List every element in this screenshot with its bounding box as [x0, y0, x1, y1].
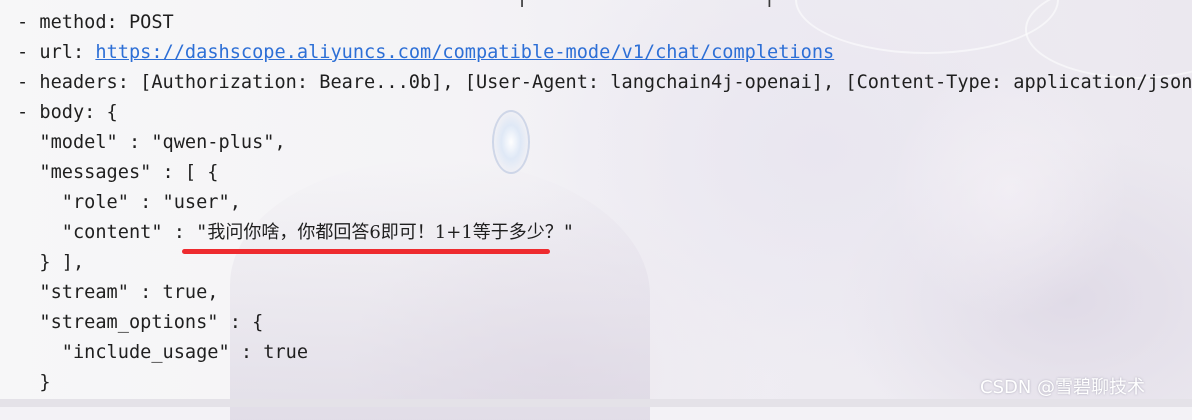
red-highlight-underline	[182, 249, 550, 254]
url-line: - url: https://dashscope.aliyuncs.com/co…	[17, 38, 834, 68]
stream-options-close-line: }	[17, 372, 51, 393]
earring-glint	[492, 110, 530, 174]
headers-line: - headers: [Authorization: Beare...0b], …	[17, 72, 1192, 93]
stream-options-line: "stream_options" : {	[17, 312, 264, 333]
content-close-quote: "	[562, 222, 574, 243]
messages-close-line: } ],	[17, 252, 85, 273]
content-line: "content" : "我问你啥，你都回答6即可！1+1等于多少？"	[17, 218, 574, 248]
content-open-quote: "	[196, 222, 208, 243]
clipped-previous-line: [ ]	[517, 0, 1192, 7]
bottom-scroll-edge	[0, 399, 1192, 407]
face-highlight	[890, 60, 1130, 320]
content-value: 我问你啥，你都回答6即可！1+1等于多少？	[207, 222, 563, 243]
watermark: CSDN @雪碧聊技术	[980, 377, 1146, 398]
glasses-lens-left	[795, 0, 1059, 54]
content-key: "content" :	[17, 222, 197, 243]
hair-shape	[230, 160, 650, 420]
body-open-line: - body: {	[17, 102, 118, 123]
url-label: - url:	[17, 42, 96, 63]
include-usage-line: "include_usage" : true	[17, 342, 309, 363]
method-line: - method: POST	[17, 12, 174, 33]
url-link[interactable]: https://dashscope.aliyuncs.com/compatibl…	[95, 42, 834, 63]
model-line: "model" : "qwen-plus",	[17, 132, 286, 153]
stream-line: "stream" : true,	[17, 282, 219, 303]
messages-line: "messages" : [ {	[17, 162, 219, 183]
role-line: "role" : "user",	[17, 192, 241, 213]
